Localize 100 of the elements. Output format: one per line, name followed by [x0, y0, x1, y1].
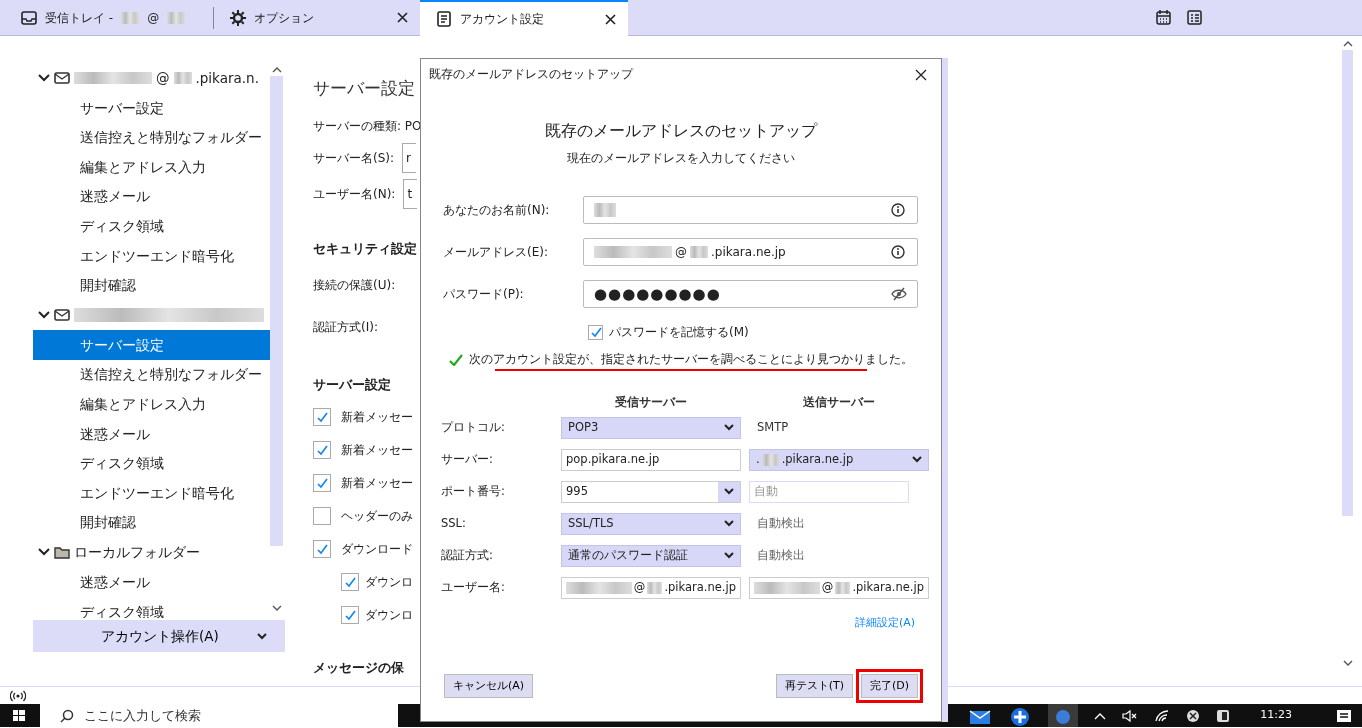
redaction-mark	[761, 453, 780, 466]
chevron-down-icon[interactable]	[38, 310, 50, 320]
sidebar-item[interactable]: エンドツーエンド暗号化	[33, 478, 270, 508]
checkbox[interactable]	[313, 506, 331, 525]
retest-button[interactable]: 再テスト(T)	[775, 674, 853, 698]
redaction-mark	[647, 581, 663, 594]
chevron-down-icon[interactable]	[38, 547, 50, 557]
section-heading: セキュリティ設定	[313, 240, 418, 258]
text-field[interactable]: @ .pikara.ne.jp	[561, 576, 741, 599]
text-field[interactable]: pop.pikara.ne.jp	[561, 448, 741, 471]
sidebar-item[interactable]: 迷惑メール	[33, 418, 270, 449]
tab[interactable]: アカウント設定	[420, 0, 628, 36]
combo-box[interactable]: 995	[561, 480, 741, 503]
sidebar-item[interactable]: 開封確認	[33, 270, 270, 301]
dialog-title: 既存のメールアドレスのセットアップ	[429, 66, 633, 83]
close-icon[interactable]	[605, 13, 616, 25]
cancel-button[interactable]: キャンセル(A)	[444, 674, 534, 698]
broadcast-icon	[10, 689, 26, 702]
sidebar-item[interactable]: ディスク領域	[33, 211, 270, 241]
close-icon[interactable]	[397, 12, 408, 23]
gear-icon	[230, 9, 246, 26]
checkbox-label: ヘッダーのみ	[341, 507, 413, 525]
sidebar-item[interactable]: 編集とアドレス入力	[33, 389, 270, 419]
checkbox[interactable]	[341, 572, 359, 591]
chevron-down-icon	[724, 520, 734, 528]
field-label: 認証方式:	[441, 547, 494, 565]
check-icon	[315, 476, 329, 489]
tab[interactable]: オプション	[214, 0, 420, 35]
field-label: 認証方式(I):	[313, 319, 379, 336]
field-label: プロトコル:	[441, 419, 506, 437]
wifi-icon[interactable]	[1154, 708, 1171, 723]
sidebar-item[interactable]: 迷惑メール	[33, 567, 270, 597]
sidebar-item[interactable]: 編集とアドレス入力	[33, 152, 270, 182]
sidebar-item[interactable]: 送信控えと特別なフォルダー	[33, 122, 270, 153]
check-icon	[589, 326, 602, 338]
text-field[interactable]: r	[402, 143, 417, 173]
checkbox[interactable]	[588, 324, 603, 340]
checkbox[interactable]	[313, 473, 331, 492]
text-field[interactable]: @ .pikara.ne.jp	[583, 238, 918, 266]
advanced-settings-link[interactable]: 詳細設定(A)	[854, 616, 915, 630]
chevron-down-icon[interactable]	[38, 73, 50, 83]
redaction-mark	[173, 72, 192, 84]
scrollbar-thumb[interactable]	[270, 76, 283, 546]
check-icon	[315, 542, 329, 555]
tree-item[interactable]: ローカルフォルダー	[33, 537, 270, 568]
checkbox-label: ダウンロ	[365, 573, 413, 591]
text-field[interactable]: t	[403, 179, 418, 209]
column-header: 受信サーバー	[614, 394, 688, 410]
checkbox[interactable]	[341, 605, 359, 624]
checkbox-label: ダウンロ	[365, 606, 413, 624]
dialog-subtitle: 現在のメールアドレスを入力してください	[566, 150, 796, 167]
search-icon	[60, 708, 74, 723]
scrollbar-thumb[interactable]	[1342, 50, 1353, 516]
sidebar-item[interactable]: 送信控えと特別なフォルダー	[33, 359, 270, 390]
done-button[interactable]: 完了(D)	[860, 674, 918, 698]
tab[interactable]: 受信トレイ - @	[5, 0, 213, 35]
dropdown[interactable]: . .pikara.ne.jp	[749, 448, 929, 471]
checkbox[interactable]	[313, 539, 331, 558]
check-icon	[343, 575, 357, 588]
check-icon	[343, 608, 357, 621]
text-field[interactable]: @ .pikara.ne.jp	[749, 576, 929, 599]
column-header: 送信サーバー	[802, 394, 876, 410]
field-label: メールアドレス(E):	[443, 244, 549, 261]
password-field[interactable]: ●●●●●●●●●	[583, 280, 918, 308]
sidebar-item[interactable]: サーバー設定	[33, 93, 270, 123]
redaction-mark	[566, 581, 632, 594]
checkbox-label: ダウンロード	[341, 540, 413, 558]
dropdown[interactable]: 通常のパスワード認証	[561, 544, 741, 567]
scroll-down-icon[interactable]	[272, 605, 282, 612]
speaker-muted-icon[interactable]	[1122, 708, 1139, 723]
sidebar-item[interactable]: エンドツーエンド暗号化	[33, 240, 270, 271]
error-circle-icon[interactable]	[1186, 708, 1201, 723]
sidebar-item[interactable]: サーバー設定	[33, 330, 270, 360]
task-list-icon[interactable]	[1187, 10, 1202, 25]
chevron-down-icon	[724, 552, 734, 560]
info-icon	[891, 203, 907, 217]
checkbox[interactable]	[313, 407, 331, 426]
scroll-up-icon[interactable]	[1343, 40, 1353, 47]
search-field[interactable]: ここに入力して検索	[40, 704, 398, 727]
scroll-up-icon[interactable]	[272, 66, 282, 73]
sidebar-item[interactable]: ディスク領域	[33, 448, 270, 479]
calendar-icon[interactable]	[1156, 10, 1171, 25]
notification-icon[interactable]	[1336, 707, 1352, 724]
sidebar-item[interactable]: 迷惑メール	[33, 181, 270, 212]
scroll-down-icon[interactable]	[1343, 660, 1353, 667]
account-actions-button[interactable]: アカウント操作(A)	[33, 620, 285, 652]
tree-item[interactable]: @ .pikara.n.	[33, 63, 270, 93]
dropdown[interactable]: SSL/TLS	[561, 512, 741, 535]
checkbox[interactable]	[313, 440, 331, 459]
sidebar-item[interactable]: ディスク領域	[33, 596, 270, 618]
page-title: サーバー設定	[313, 77, 416, 100]
tray-app-icon[interactable]	[1216, 708, 1231, 723]
app-icon[interactable]	[1048, 704, 1079, 727]
chevron-up-icon[interactable]	[1094, 711, 1107, 720]
chevron-down-icon	[912, 456, 922, 464]
text-field[interactable]	[583, 196, 918, 224]
section-heading: サーバー設定	[313, 376, 392, 394]
redaction-mark	[121, 11, 140, 24]
dropdown[interactable]: POP3	[561, 416, 741, 439]
sidebar-item[interactable]: 開封確認	[33, 507, 270, 538]
